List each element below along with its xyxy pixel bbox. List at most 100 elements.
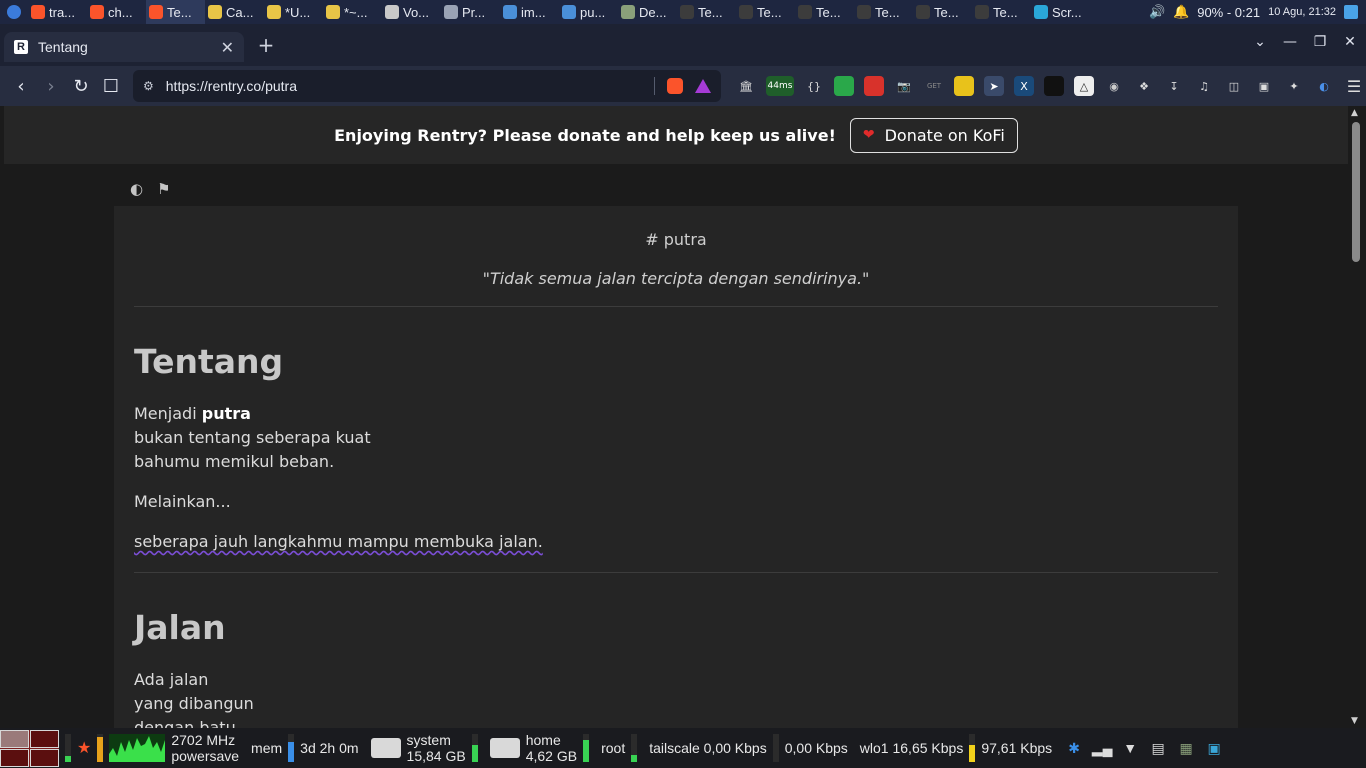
taskbar-task[interactable]: Scr...	[1031, 0, 1090, 24]
taskbar-task[interactable]: im...	[500, 0, 559, 24]
taskbar-task[interactable]: Te...	[972, 0, 1031, 24]
brave-icon[interactable]: ★	[77, 738, 91, 758]
page-scrollbar[interactable]: ▲ ▼	[1348, 106, 1366, 728]
site-info-icon[interactable]: ⚙	[143, 79, 154, 93]
json-icon[interactable]: {}	[804, 76, 824, 96]
taskbar-task[interactable]: Te...	[677, 0, 736, 24]
camera-icon[interactable]: 📷	[894, 76, 914, 96]
text-line2: bukan tentang seberapa kuat	[134, 428, 371, 447]
maximize-button[interactable]: ❐	[1312, 34, 1328, 50]
taskbar-task[interactable]: Te...	[913, 0, 972, 24]
taskbar-task[interactable]: Te...	[146, 0, 205, 24]
uptime-text: 3d 2h 0m	[300, 740, 359, 756]
taskbar-task[interactable]: Ca...	[205, 0, 264, 24]
workspace-1[interactable]	[0, 729, 29, 748]
tab-tentang[interactable]: R Tentang ✕	[4, 32, 244, 62]
download-icon[interactable]: ↧	[1164, 76, 1184, 96]
disk-root: root	[595, 734, 643, 762]
signal-icon[interactable]: ▂▄	[1092, 738, 1113, 758]
minimize-button[interactable]: —	[1282, 34, 1298, 50]
volume-icon[interactable]: 🔊	[1149, 4, 1165, 20]
taskbar-task[interactable]: tra...	[28, 0, 87, 24]
trash-icon[interactable]: ▦	[1176, 738, 1196, 758]
taskbar-task[interactable]: Te...	[854, 0, 913, 24]
taskbar-tasks: tra... ch... Te... Ca... *U... *~... Vo... Pr..…	[28, 0, 1090, 24]
taskbar-task[interactable]: De...	[618, 0, 677, 24]
extension-circle-icon[interactable]: ◉	[1104, 76, 1124, 96]
bluetooth-icon[interactable]: ✱	[1064, 738, 1084, 758]
content-card: # putra "Tidak semua jalan tercipta deng…	[114, 206, 1238, 728]
back-button[interactable]: ‹	[12, 76, 30, 97]
workspace-3[interactable]	[0, 748, 29, 767]
workspace-pager[interactable]	[0, 729, 59, 767]
system-tray: 🔊 🔔 90% - 0:21 10 Agu, 21:32	[1149, 0, 1366, 24]
folder-icon	[444, 5, 458, 19]
extension-red-icon[interactable]	[864, 76, 884, 96]
donate-kofi-button[interactable]: ❤ Donate on KoFi	[849, 117, 1018, 153]
flag-icon[interactable]: ⚑	[157, 180, 170, 198]
scrollbar-thumb[interactable]	[1352, 122, 1360, 262]
brave-shields-icon[interactable]	[667, 78, 683, 94]
battery-status[interactable]: 90% - 0:21	[1197, 5, 1260, 20]
workspace-4[interactable]	[30, 748, 59, 767]
cpu-bar	[65, 734, 71, 762]
close-tab-icon[interactable]: ✕	[221, 38, 234, 57]
page-tools: ◐ ⚑	[130, 180, 171, 198]
terminal-icon	[857, 5, 871, 19]
screen-icon[interactable]: ▣	[1204, 738, 1224, 758]
menu-icon[interactable]: ☰	[1344, 76, 1364, 96]
notification-icon[interactable]: 🔔	[1173, 4, 1189, 20]
extension-triangle-icon[interactable]: △	[1074, 76, 1094, 96]
cursor-icon[interactable]: ➤	[984, 76, 1004, 96]
reload-button[interactable]: ↻	[72, 76, 90, 97]
clipboard-icon[interactable]: ▤	[1148, 738, 1168, 758]
bank-icon[interactable]: 🏛	[736, 76, 756, 96]
taskbar-task[interactable]: Pr...	[441, 0, 500, 24]
get-crx-icon[interactable]: GET	[924, 76, 944, 96]
ping-extension-icon[interactable]: 44ms	[766, 76, 794, 96]
tailscale-up: 0,00 Kbps	[784, 740, 848, 756]
home-disk-bar	[583, 734, 590, 762]
wallet-icon[interactable]: ▣	[1254, 76, 1274, 96]
wifi-icon[interactable]: ▼	[1120, 738, 1140, 758]
brave-icon	[31, 5, 45, 19]
rentry-favicon-icon: R	[14, 40, 28, 54]
app-launcher-icon[interactable]	[0, 0, 28, 24]
taskbar-task[interactable]: Te...	[795, 0, 854, 24]
close-window-button[interactable]: ✕	[1342, 34, 1358, 50]
extension-dark-icon[interactable]	[1044, 76, 1064, 96]
leo-ai-icon[interactable]: ✦	[1284, 76, 1304, 96]
screenshot-icon	[1034, 5, 1048, 19]
extension-green-icon[interactable]	[834, 76, 854, 96]
terminal-icon	[680, 5, 694, 19]
bookmark-icon[interactable]: ☐	[102, 76, 120, 97]
donate-button-label: Donate on KoFi	[884, 125, 1005, 145]
taskbar-task[interactable]: Vo...	[382, 0, 441, 24]
taskbar-task[interactable]: *U...	[264, 0, 323, 24]
new-tab-button[interactable]: +	[256, 33, 276, 57]
clock[interactable]: 10 Agu, 21:32	[1268, 6, 1336, 18]
brave-rewards-icon[interactable]	[695, 79, 711, 93]
scroll-down-icon[interactable]: ▼	[1351, 716, 1358, 726]
tab-list-chevron-icon[interactable]: ⌄	[1252, 34, 1268, 50]
theme-toggle-icon[interactable]: ◐	[130, 180, 143, 198]
text-batu: dengan batu...	[134, 718, 251, 728]
music-icon[interactable]: ♫	[1194, 76, 1214, 96]
forward-button[interactable]: ›	[42, 76, 60, 97]
address-bar[interactable]: ⚙ https://rentry.co/putra	[133, 70, 721, 102]
nav-buttons: ‹ › ↻ ☐	[0, 76, 120, 97]
extension-yellow-icon[interactable]	[954, 76, 974, 96]
show-desktop-icon[interactable]	[1344, 5, 1358, 19]
workspace-2[interactable]	[30, 729, 59, 748]
vpn-icon[interactable]: ◐	[1314, 76, 1334, 96]
taskbar-task[interactable]: pu...	[559, 0, 618, 24]
taskbar-task[interactable]: *~...	[323, 0, 382, 24]
wlo1-up: 97,61 Kbps	[981, 740, 1053, 756]
url-text[interactable]: https://rentry.co/putra	[166, 78, 642, 94]
sidebar-icon[interactable]: ◫	[1224, 76, 1244, 96]
extensions-puzzle-icon[interactable]: ❖	[1134, 76, 1154, 96]
extension-x-icon[interactable]: X	[1014, 76, 1034, 96]
scroll-up-icon[interactable]: ▲	[1351, 108, 1358, 118]
taskbar-task[interactable]: Te...	[736, 0, 795, 24]
taskbar-task[interactable]: ch...	[87, 0, 146, 24]
